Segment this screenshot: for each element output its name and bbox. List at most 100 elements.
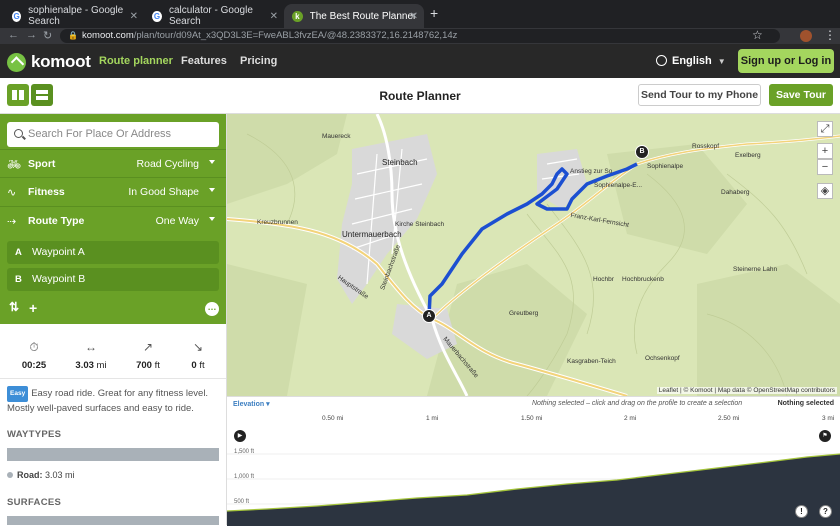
- waytypes-bar[interactable]: [7, 448, 219, 461]
- send-to-phone-button[interactable]: Send Tour to my Phone: [638, 84, 761, 106]
- map-label: Anstieg zur So: [570, 168, 613, 175]
- reload-icon[interactable]: ↻: [43, 29, 52, 42]
- map-label: Kasgraben-Teich: [567, 358, 616, 365]
- stopwatch-icon: ⏱: [29, 340, 39, 354]
- chevron-down-icon: ▼: [717, 57, 726, 66]
- one-way-icon: ⇢: [7, 216, 17, 228]
- surfaces-heading: SURFACES: [7, 497, 62, 508]
- search-icon: [14, 129, 23, 138]
- fitness-value: In Good Shape: [128, 186, 199, 198]
- finish-flag-icon[interactable]: ⚑: [819, 430, 831, 442]
- sport-selector[interactable]: 🚲︎ Sport Road Cycling: [0, 149, 226, 177]
- divider: [0, 378, 226, 379]
- elevation-chart[interactable]: [227, 426, 840, 526]
- downhill-unit: ft: [199, 360, 205, 371]
- waypoint-name: Waypoint A: [32, 246, 85, 258]
- surfaces-bar[interactable]: [7, 516, 219, 525]
- back-icon[interactable]: ←: [8, 29, 19, 41]
- language-selector[interactable]: English ▼: [656, 55, 726, 67]
- waytypes-heading: WAYTYPES: [7, 429, 62, 440]
- route-type-selector[interactable]: ⇢ Route Type One Way: [0, 206, 226, 234]
- map-label: Kreuzbrunnen: [257, 219, 298, 226]
- komoot-logo-icon: [7, 52, 26, 72]
- nav-features[interactable]: Features: [181, 55, 227, 67]
- play-icon[interactable]: ▶: [234, 430, 246, 442]
- save-tour-button[interactable]: Save Tour: [769, 84, 833, 106]
- road-dot-icon: [7, 472, 13, 478]
- waypoint-name: Waypoint B: [32, 273, 86, 285]
- fullscreen-icon[interactable]: ⤢: [817, 121, 833, 137]
- selection-hint: Nothing selected – click and drag on the…: [532, 400, 743, 407]
- reverse-route-icon[interactable]: ⇅: [9, 300, 19, 314]
- browser-tab-active[interactable]: k The Best Route Planner for Cyc ✕: [284, 4, 424, 28]
- search-placeholder: Search For Place Or Address: [28, 128, 172, 140]
- x-tick: 1 mi: [426, 415, 439, 422]
- close-tab-icon[interactable]: ✕: [130, 11, 138, 22]
- waypoint-b-marker[interactable]: B: [635, 145, 649, 159]
- selection-status: Nothing selected: [777, 400, 834, 407]
- tab-title: calculator - Google Search: [168, 5, 253, 27]
- browser-tab[interactable]: G sophienalpe - Google Search ✕: [4, 4, 144, 28]
- map-label: Exelberg: [735, 152, 761, 159]
- help-icon[interactable]: ?: [819, 505, 832, 518]
- waypoint-b[interactable]: B Waypoint B: [7, 268, 219, 291]
- chevron-down-icon: [209, 188, 215, 192]
- close-tab-icon[interactable]: ✕: [270, 11, 278, 22]
- map-label: Hochbr: [593, 276, 614, 283]
- new-tab-icon[interactable]: +: [430, 5, 438, 21]
- elevation-profile[interactable]: Elevation ▾ Nothing selected – click and…: [227, 396, 840, 526]
- planner-toolbar: Route Planner Send Tour to my Phone Save…: [0, 78, 840, 114]
- x-tick: 3 mi: [822, 415, 835, 422]
- map-label: Steinbach: [382, 158, 418, 167]
- map-label: Sophienalpe: [647, 163, 684, 170]
- difficulty-description: Easy Easy road ride. Great for any fitnes…: [7, 386, 221, 415]
- tab-title: sophienalpe - Google Search: [28, 5, 124, 27]
- profile-avatar[interactable]: [800, 30, 812, 42]
- planner-sidebar: Search For Place Or Address 🚲︎ Sport Roa…: [0, 114, 227, 525]
- map-label: Dahaberg: [721, 189, 750, 196]
- waytypes-legend: Road: 3.03 mi: [7, 470, 75, 480]
- komoot-logo[interactable]: komoot: [7, 52, 91, 72]
- distance-icon: ↔: [85, 340, 97, 354]
- map-label: Steinerne Lahn: [733, 266, 778, 273]
- forward-icon[interactable]: →: [26, 29, 37, 41]
- sport-value: Road Cycling: [136, 158, 199, 170]
- elevation-dropdown[interactable]: Elevation ▾: [233, 400, 270, 408]
- nav-route-planner[interactable]: Route planner: [99, 55, 173, 67]
- waypoint-a-marker[interactable]: A: [422, 309, 436, 323]
- legend-label: Road:: [17, 470, 43, 480]
- zoom-out-button[interactable]: −: [817, 159, 833, 175]
- x-tick: 1.50 mi: [521, 415, 543, 422]
- map-attribution[interactable]: Leaflet | © Komoot | Map data © OpenStre…: [656, 387, 837, 394]
- tab-title: The Best Route Planner for Cyc: [309, 10, 416, 22]
- info-icon[interactable]: !: [795, 505, 808, 518]
- zoom-in-button[interactable]: +: [817, 143, 833, 159]
- duration-value: 00:25: [21, 360, 47, 371]
- add-waypoint-icon[interactable]: +: [29, 300, 37, 316]
- fitness-selector[interactable]: ∿ Fitness In Good Shape: [0, 177, 226, 205]
- map-view[interactable]: Steinbach Untermauerbach Kreuzbrunnen Ki…: [227, 114, 840, 396]
- komoot-favicon-icon: k: [292, 10, 303, 22]
- more-options-icon[interactable]: …: [205, 302, 219, 316]
- waypoint-a[interactable]: A Waypoint A: [7, 241, 219, 264]
- signup-button[interactable]: Sign up or Log in: [738, 49, 834, 73]
- route-type-label: Route Type: [28, 215, 85, 227]
- url-path: /plan/tour/d09At_x3QD3L3E=FweABL3fvzEA/@…: [133, 30, 458, 41]
- distance-value: 3.03: [75, 360, 94, 371]
- close-tab-icon[interactable]: ✕: [410, 11, 418, 22]
- language-label: English: [672, 55, 712, 67]
- browser-menu-icon[interactable]: ⋮: [824, 28, 836, 42]
- chevron-down-icon: [209, 217, 215, 221]
- sport-label: Sport: [28, 158, 56, 170]
- bookmark-star-icon[interactable]: ☆: [752, 28, 763, 42]
- uphill-icon: ↗: [142, 340, 154, 354]
- browser-tab[interactable]: G calculator - Google Search ✕: [144, 4, 284, 28]
- layers-icon[interactable]: ◈: [817, 183, 833, 199]
- search-input[interactable]: Search For Place Or Address: [7, 122, 219, 147]
- nav-pricing[interactable]: Pricing: [240, 55, 277, 67]
- y-tick: 500 ft: [234, 499, 250, 505]
- elevation-label: Elevation: [233, 401, 265, 408]
- map-label: Hochbruckenb: [622, 276, 664, 283]
- map-label: Ochsenkopf: [645, 355, 680, 362]
- url-field[interactable]: 🔒 komoot.com/plan/tour/d09At_x3QD3L3E=Fw…: [60, 29, 780, 43]
